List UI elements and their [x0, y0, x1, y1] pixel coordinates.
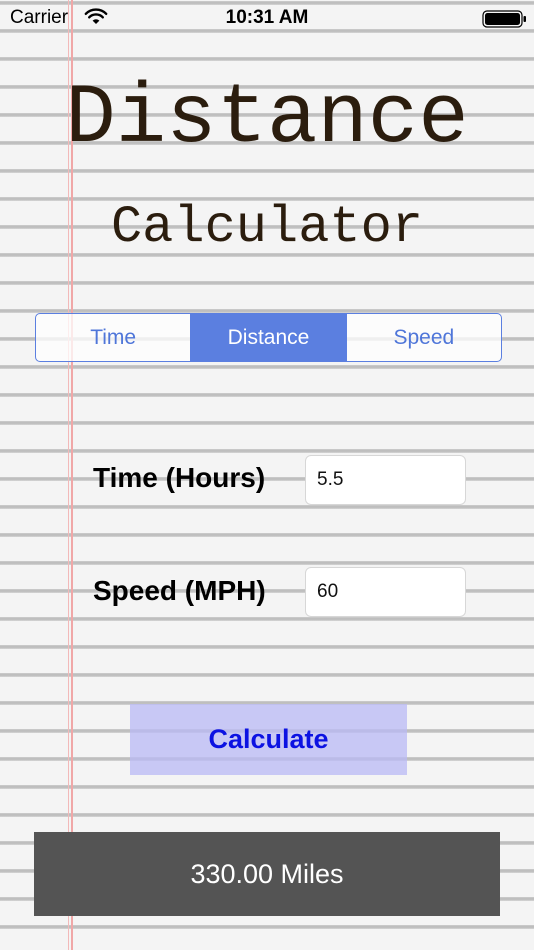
segment-distance[interactable]: Distance: [190, 314, 346, 361]
time-input[interactable]: [305, 455, 466, 505]
battery-icon: [482, 10, 528, 34]
mode-segmented-control: Time Distance Speed: [35, 313, 502, 362]
segment-speed[interactable]: Speed: [345, 314, 501, 361]
app-title: Distance: [65, 72, 469, 167]
segment-time[interactable]: Time: [36, 314, 190, 361]
time-label: Time (Hours): [93, 462, 266, 493]
clock: 10:31 AM: [225, 7, 309, 28]
calculate-button[interactable]: Calculate: [130, 704, 407, 775]
app-subtitle: Calculator: [110, 198, 424, 257]
speed-input[interactable]: [305, 567, 466, 617]
speed-label: Speed (MPH): [93, 575, 266, 606]
status-bar: Carrier 10:31 AM: [0, 0, 534, 38]
result-display: 330.00 Miles: [34, 832, 500, 916]
